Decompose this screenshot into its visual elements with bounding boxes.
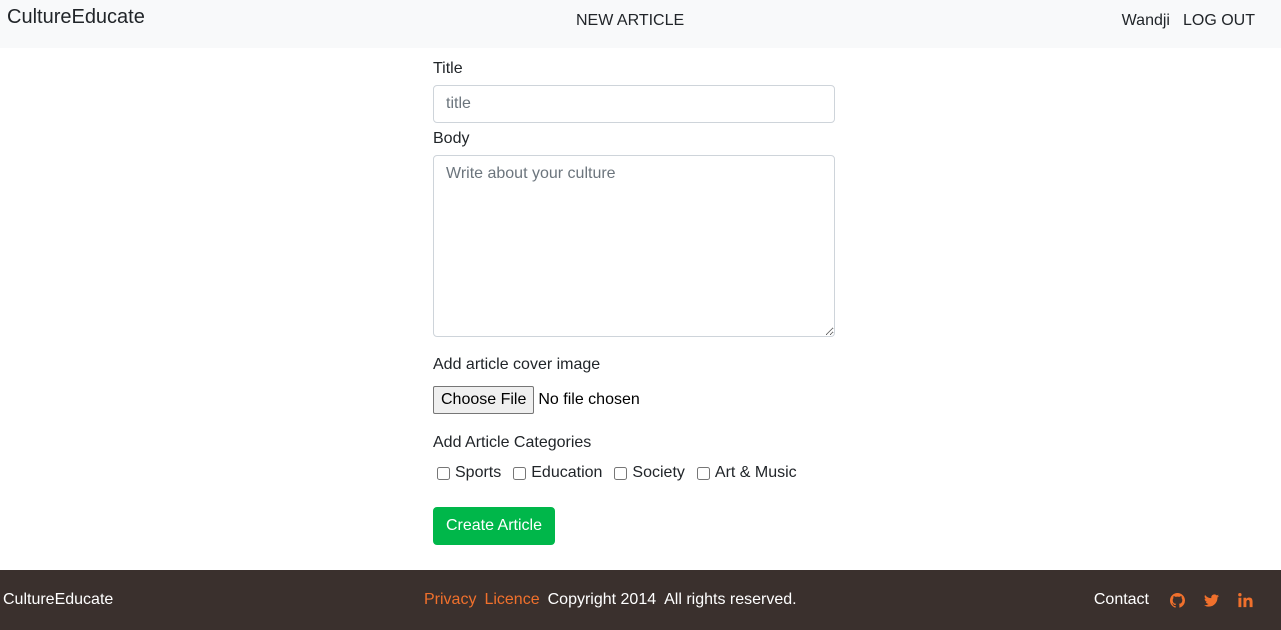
category-art-music-label: Art & Music [714,464,797,481]
licence-link[interactable]: Licence [484,591,539,609]
linkedin-icon[interactable] [1233,589,1257,611]
category-education[interactable]: Education [512,464,602,482]
body-textarea[interactable] [433,155,835,337]
privacy-link[interactable]: Privacy [424,591,476,609]
twitter-icon[interactable] [1199,589,1223,611]
choose-file-button[interactable]: Choose File [433,386,535,414]
title-label: Title [433,60,463,77]
new-article-link[interactable]: NEW ARTICLE [576,12,684,30]
category-art-music-checkbox[interactable] [696,466,710,480]
copyright-text: Copyright 2014 [547,591,657,608]
contact-link[interactable]: Contact [1094,591,1149,609]
footer-contact-area: Contact [1094,589,1257,611]
category-society-checkbox[interactable] [614,466,628,480]
title-input[interactable] [433,85,835,123]
category-sports-label: Sports [455,464,502,481]
cover-image-label: Add article cover image [433,356,601,373]
rights-text: All rights reserved. [664,591,797,608]
nav-user-area: Wandji LOG OUT [1122,12,1255,30]
category-society[interactable]: Society [613,464,685,482]
file-status: No file chosen [538,391,640,408]
category-sports-checkbox[interactable] [437,466,450,480]
github-icon[interactable] [1165,589,1189,611]
category-education-label: Education [531,464,603,481]
footer: CultureEducate Privacy Licence Copyright… [0,570,1281,630]
categories-group: Sports Education Society Art & Music [436,464,808,482]
body-label: Body [433,130,470,147]
category-society-label: Society [632,464,685,481]
file-input: Choose File No file chosen [433,386,640,414]
create-article-button[interactable]: Create Article [433,507,555,545]
footer-brand: CultureEducate [3,591,114,608]
brand-link[interactable]: CultureEducate [7,7,145,27]
category-art-music[interactable]: Art & Music [696,464,797,482]
footer-links: Privacy Licence Copyright 2014 All right… [424,591,797,609]
logout-link[interactable]: LOG OUT [1183,12,1255,30]
category-education-checkbox[interactable] [513,466,527,480]
user-link[interactable]: Wandji [1122,12,1170,30]
top-navbar: CultureEducate NEW ARTICLE Wandji LOG OU… [0,0,1281,48]
category-sports[interactable]: Sports [436,464,501,482]
categories-label: Add Article Categories [433,434,592,451]
